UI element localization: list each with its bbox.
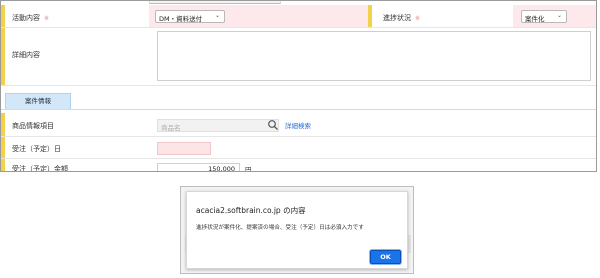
activity-row: 活動内容 ※ DM・資料送付 ⌄ 進捗状況 ※ 案件化 ⌄: [1, 5, 596, 28]
chevron-down-icon: ⌄: [556, 12, 562, 19]
search-icon[interactable]: [267, 118, 279, 132]
dialog-message: 進捗状況が案件化、提案済の場合、受注（予定）日は必須入力です: [196, 225, 364, 231]
activity-form: 活動内容 ※ DM・資料送付 ⌄ 進捗状況 ※ 案件化 ⌄ 詳細内容 案件情報 商品…: [0, 0, 597, 172]
details-label: 詳細内容: [12, 51, 40, 59]
activity-label-text: 活動内容: [12, 14, 40, 22]
required-mark: ※: [44, 15, 50, 22]
activity-label: 活動内容 ※: [12, 13, 49, 23]
progress-select[interactable]: 案件化 ⌄: [521, 10, 567, 23]
dialog-title: acacia2.softbrain.co.jp の内容: [196, 206, 306, 215]
order-date-label: 受注（予定）日: [12, 145, 61, 153]
tab-case-info[interactable]: 案件情報: [5, 93, 71, 109]
alert-backdrop: acacia2.softbrain.co.jp の内容 進捗状況が案件化、提案済…: [180, 186, 414, 274]
progress-label: 進捗状況 ※: [383, 13, 420, 23]
order-amount-label: 受注（予定）金額: [12, 165, 68, 172]
product-search-input[interactable]: 商品名: [157, 119, 279, 132]
tab-divider: [1, 109, 596, 110]
ok-button[interactable]: OK: [370, 250, 401, 264]
required-bar: [1, 28, 5, 85]
order-date-input[interactable]: [157, 142, 211, 155]
progress-select-value: 案件化: [525, 15, 545, 23]
order-amount-row: 受注（予定）金額: [1, 159, 596, 172]
order-amount-unit: 円: [245, 166, 252, 172]
required-bar: [1, 113, 5, 136]
chevron-down-icon: ⌄: [214, 12, 220, 19]
required-mark: ※: [415, 15, 421, 22]
alert-dialog: acacia2.softbrain.co.jp の内容 進捗状況が案件化、提案済…: [186, 191, 408, 269]
order-date-row: 受注（予定）日: [1, 137, 596, 159]
required-bar: [1, 5, 5, 27]
product-label: 商品情報項目: [12, 122, 54, 130]
required-bar: [1, 159, 5, 171]
advanced-search-link[interactable]: 詳細検索: [285, 120, 311, 130]
order-amount-input[interactable]: 150,000: [157, 163, 240, 171]
progress-label-text: 進捗状況: [383, 14, 411, 22]
activity-select-value: DM・資料送付: [159, 15, 203, 23]
required-bar: [1, 137, 5, 158]
activity-select[interactable]: DM・資料送付 ⌄: [155, 10, 225, 23]
previous-field-stub: [149, 1, 281, 4]
details-textarea[interactable]: [157, 31, 591, 81]
required-bar: [368, 5, 372, 27]
